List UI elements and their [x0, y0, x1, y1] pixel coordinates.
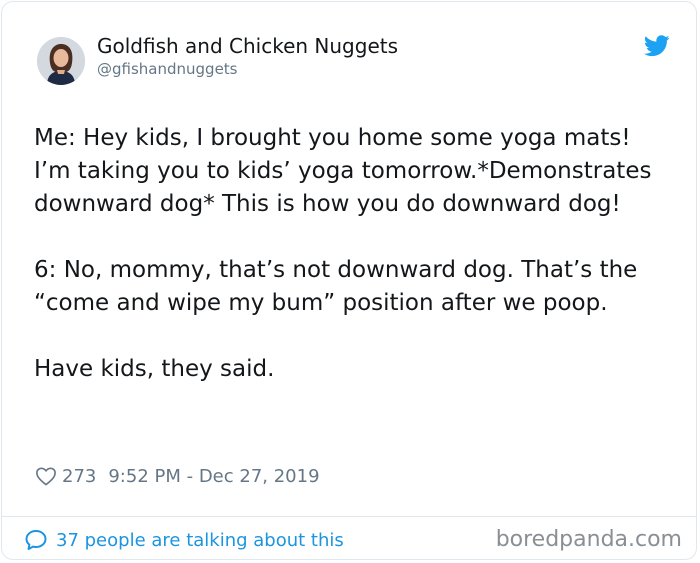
tweet-timestamp[interactable]: 9:52 PM - Dec 27, 2019 — [108, 466, 319, 487]
tweet-card: Goldfish and Chicken Nuggets @gfishandnu… — [1, 1, 697, 560]
heart-icon[interactable] — [35, 466, 57, 486]
tweet-body: Me: Hey kids, I brought you home some yo… — [34, 122, 674, 386]
like-count[interactable]: 273 — [62, 466, 96, 487]
tweet-paragraph: 6: No, mommy, that’s not downward dog. T… — [34, 257, 638, 316]
twitter-bird-icon[interactable] — [644, 35, 670, 57]
speech-bubble-icon — [25, 530, 47, 550]
watermark: boredpanda.com — [495, 527, 682, 552]
talking-about-text[interactable]: 37 people are talking about this — [56, 530, 344, 551]
footer-divider — [2, 516, 696, 517]
tweet-meta: 273 9:52 PM - Dec 27, 2019 — [35, 464, 320, 488]
author-display-name[interactable]: Goldfish and Chicken Nuggets — [97, 34, 398, 58]
author-handle[interactable]: @gfishandnuggets — [97, 60, 238, 78]
avatar-photo-icon — [37, 37, 85, 85]
tweet-paragraph: Have kids, they said. — [34, 356, 275, 382]
talking-about-link[interactable]: 37 people are talking about this — [24, 527, 344, 553]
author-avatar[interactable] — [37, 37, 85, 85]
tweet-paragraph: Me: Hey kids, I brought you home some yo… — [34, 125, 652, 217]
